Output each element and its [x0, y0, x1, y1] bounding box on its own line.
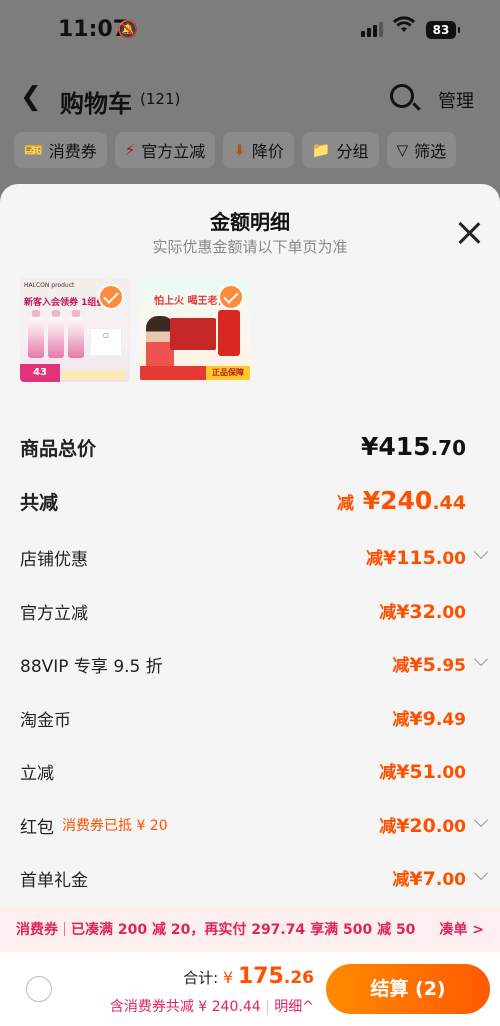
gift-box-image [170, 318, 216, 350]
row-official-discount: 官方立减 减¥32.00 [0, 585, 500, 639]
promo-strip [62, 370, 126, 380]
total-label: 合计: [183, 969, 223, 987]
select-all-radio[interactable] [26, 976, 52, 1002]
bottle-image [28, 310, 44, 358]
sheet-title: 金额明细 [210, 210, 290, 234]
coupon-tag: 消费券 [16, 922, 58, 938]
total-decimal: .26 [283, 968, 314, 988]
chip-label: 降价 [251, 142, 284, 161]
savings-text: 含消费券共减 ¥ 240.44 [109, 999, 261, 1015]
brand-logo: HALCON product [24, 282, 75, 289]
coupon-progress-text: 已凑满 200 减 20，再实付 297.74 享满 500 减 50 [71, 922, 416, 938]
total-line: 合计: ¥ 175.26 [183, 964, 314, 989]
chevron-down-icon[interactable] [473, 812, 489, 827]
row-total-reduction: 共减 减 ¥240.44 [0, 478, 500, 532]
chip-label: 分组 [336, 142, 369, 161]
chip-price-drop[interactable]: ⬇ 降价 [223, 132, 294, 168]
chip-group[interactable]: 📁 分组 [301, 132, 379, 168]
row-total-price: 商品总价 ¥415.70 [0, 424, 500, 478]
row-taobao-coins: 淘金币 减¥9.49 [0, 692, 500, 746]
folder-icon: 📁 [311, 141, 331, 159]
search-icon[interactable] [390, 84, 414, 108]
checkout-button[interactable]: 结算 (2) [326, 964, 490, 1014]
manage-button[interactable]: 管理 [438, 87, 474, 113]
product-thumbnail-1[interactable]: HALCON product 新客入会领券 1组叠 ▢ 43 [20, 278, 130, 382]
sheet-subtitle: 实际优惠金额请以下单页为准 [152, 238, 348, 256]
chevron-down-icon[interactable] [473, 544, 489, 560]
authentic-tag: 正品保障 [206, 366, 250, 380]
savings-line: 含消费券共减 ¥ 240.44 | 明细^ [109, 999, 314, 1015]
mute-bell-icon: 🔕 [117, 20, 139, 40]
chip-coupon[interactable]: 🎫 消费券 [14, 132, 107, 168]
product-banner-text: 怕上火 喝王老吉 [154, 296, 228, 307]
amount-rows: 商品总价 ¥415.70 共减 减 ¥240.44 店铺优惠 减¥115.00 … [0, 424, 500, 906]
product-box-image: ▢ [90, 328, 122, 356]
row-first-order-gift[interactable]: 首单礼金 减¥7.00 [0, 852, 500, 906]
row-value: 减¥7.00 [392, 868, 466, 890]
cart-header: ❮ 购物车 (121) 管理 [0, 62, 500, 132]
chevron-down-icon[interactable] [473, 865, 489, 881]
cart-item-count: (121) [140, 90, 181, 108]
row-label: 红包 [20, 817, 54, 838]
row-label: 共减 [20, 491, 59, 514]
row-label: 首单礼金 [20, 871, 88, 891]
battery-icon: 83 [426, 21, 460, 39]
product-thumbnail-2[interactable]: 怕上火 喝王老吉 正品保障 [140, 278, 250, 382]
row-label: 官方立减 [20, 603, 88, 624]
row-label: 店铺优惠 [20, 550, 88, 570]
chip-label: 消费券 [48, 142, 97, 161]
row-label: 88VIP 专享 9.5 折 [20, 657, 163, 677]
wifi-icon [392, 15, 416, 40]
amount-detail-sheet: 金额明细 实际优惠金额请以下单页为准 HALCON product 新客入会领券… [0, 184, 500, 1026]
row-label: 淘金币 [20, 710, 71, 731]
cellular-signal-icon [361, 22, 383, 37]
row-store-discount[interactable]: 店铺优惠 减¥115.00 [0, 531, 500, 585]
row-value: 减¥9.49 [392, 707, 466, 730]
row-instant-discount: 立减 减¥51.00 [0, 745, 500, 799]
product-banner-text: 新客入会领券 1组叠 [24, 298, 106, 308]
detail-toggle[interactable]: 明细^ [274, 999, 314, 1015]
funnel-icon: ▽ [396, 141, 409, 159]
can-image [218, 310, 240, 356]
chip-filter[interactable]: ▽ 筛选 [386, 132, 457, 168]
divider [64, 922, 65, 936]
coupon-icon: 🎫 [24, 141, 43, 159]
currency-symbol: ¥ [222, 968, 234, 987]
checkout-bar: 合计: ¥ 175.26 含消费券共减 ¥ 240.44 | 明细^ 结算 (2… [0, 952, 500, 1026]
price-tag: 43 [20, 364, 60, 382]
close-icon[interactable] [456, 220, 482, 246]
checked-icon [98, 284, 124, 310]
checked-icon [218, 284, 244, 310]
row-red-packet[interactable]: 红包 消费券已抵 ¥ 20 减¥20.00 [0, 799, 500, 853]
product-thumbnails: HALCON product 新客入会领券 1组叠 ▢ 43 怕上火 喝王老吉 … [20, 278, 250, 382]
row-label: 商品总价 [20, 438, 97, 460]
row-value: 减¥20.00 [379, 814, 466, 837]
row-value: 减 ¥240.44 [337, 485, 466, 515]
back-arrow-icon[interactable]: ❮ [20, 82, 42, 112]
chip-label: 筛选 [414, 142, 447, 161]
chevron-down-icon[interactable] [473, 651, 489, 667]
total-amount: 175 [237, 964, 284, 989]
row-value: ¥415.70 [360, 432, 466, 461]
price-drop-icon: ⬇ [233, 141, 246, 159]
chip-official-discount[interactable]: ⚡ 官方立减 [114, 132, 216, 168]
chip-label: 官方立减 [141, 142, 206, 161]
row-value: 减¥5.95 [392, 654, 466, 676]
filter-chips: 🎫 消费券 ⚡ 官方立减 ⬇ 降价 📁 分组 ▽ 筛选 [0, 132, 500, 172]
coupon-note: 消费券已抵 ¥ 20 [62, 817, 168, 834]
bottle-image [68, 310, 84, 358]
row-label: 立减 [20, 764, 54, 784]
status-bar: 11:07 🔕 83 [0, 0, 500, 62]
promo-strip: 正品保障 [140, 366, 250, 380]
coupon-banner[interactable]: 消费券 已凑满 200 减 20，再实付 297.74 享满 500 减 50 … [0, 906, 500, 952]
row-value: 减¥32.00 [379, 600, 466, 623]
lightning-icon: ⚡ [124, 141, 136, 159]
add-items-link[interactable]: 凑单 > [439, 919, 484, 939]
row-value: 减¥51.00 [379, 761, 466, 783]
bottle-image [48, 310, 64, 358]
row-88vip-discount[interactable]: 88VIP 专享 9.5 折 减¥5.95 [0, 638, 500, 692]
row-value: 减¥115.00 [365, 547, 466, 569]
page-title: 购物车 [60, 90, 132, 118]
